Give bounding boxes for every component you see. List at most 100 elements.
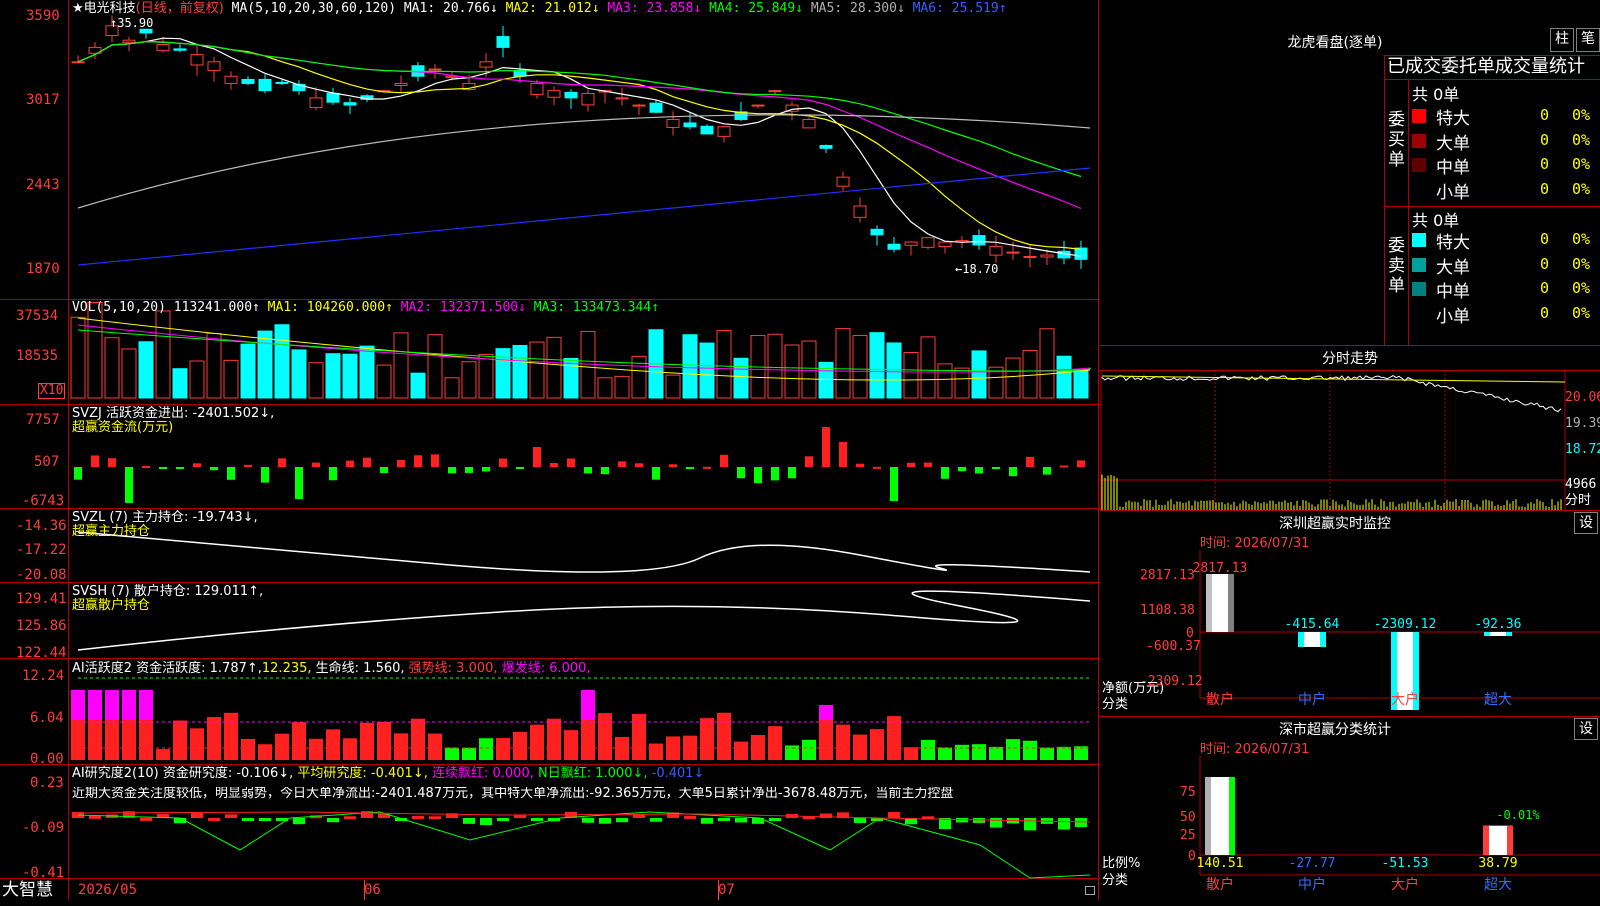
order-size-label: 特大 [1436,109,1470,129]
svzj-bar [516,467,524,469]
ai-research-bar [1075,818,1087,828]
order-size-label: 大单 [1436,133,1470,154]
candle-body [700,125,714,135]
order-count: 0 [1540,254,1550,273]
candle-body [122,39,136,43]
candle-body [632,104,646,107]
ai-active-bar [700,718,714,760]
unit-badge[interactable]: X10 [38,383,66,399]
buy-total: 共 0单 [1412,85,1460,104]
ma3-value: MA3: 23.858↓ [607,1,702,16]
y-tick: 1870 [26,261,60,277]
svsh-sub: 超赢散户持仓 [72,598,151,613]
order-count: 0 [1540,279,1550,297]
candle-body [479,61,493,68]
ai-active-v2: 12.235, [261,661,312,676]
ma5-value: MA5: 28.300↓ [810,1,905,16]
ai-research-bar [888,812,900,818]
y-tick: 507 [34,454,60,470]
volume-bar [614,375,630,399]
ai-research-bar [718,818,730,821]
volume-bar [852,334,868,399]
ai-research-bar [259,818,271,821]
y-tick: 7757 [26,412,60,428]
ai-active-bar [513,731,527,760]
svzj-bar [499,458,507,467]
ai-research-bar [191,812,203,818]
vol-ma3: MA3: 133473.344↑ [533,300,660,315]
ai-active-bar [479,738,493,760]
candle-body [343,102,357,106]
ai-active-bar [224,712,238,760]
ma1-value: MA1: 20.766↓ [403,1,498,16]
svzj-bar [329,467,337,481]
classify-note: -0.01% [1496,808,1540,822]
volume-bar [699,342,715,399]
ma1-line [77,37,1082,257]
pen-view-button[interactable]: 笔 [1576,28,1600,52]
volume-bar [971,350,987,399]
ai-research-header: AI研究度2(10) 资金研究度: -0.106↓, 平均研究度: -0.401… [72,767,704,781]
volume-bar [291,349,307,399]
bar-view-button[interactable]: 柱 [1550,28,1574,52]
candle-body [717,126,731,137]
volume-bar [223,359,239,399]
svzl-line [77,531,1091,573]
ai-research-bar [293,818,305,825]
intraday-chart[interactable] [1100,370,1600,510]
main-chart-header: ★电光科技(日线，前复权) MA(5,10,20,30,60,120) MA1:… [72,2,1007,16]
svzj-bar [1077,460,1085,467]
ai-active-bar [938,747,952,760]
ai-active-v4: 强势线: 3.000, [408,661,498,676]
candle-body [530,82,544,95]
lock-icon[interactable] [1085,886,1095,895]
ai-research-bar [684,815,696,819]
volume-bar [869,332,885,399]
volume-bar [393,332,409,399]
volume-bar [1056,355,1072,399]
svzj-bar [1043,467,1051,475]
brand-logo[interactable]: 大智慧 [2,880,53,900]
y-tick: 122.44 [16,645,67,661]
y-tick: 125.86 [16,618,67,634]
ai-research-bar [599,818,611,824]
ai-research-bar [480,818,492,825]
ai-active-bar [768,726,782,760]
candle-body [887,243,901,250]
ai-research-v2: 平均研究度: -0.401↓, [297,766,428,781]
svzj-bar [193,463,201,467]
ai-research-bar [531,818,543,821]
order-size-label: 小单 [1436,182,1470,203]
kline-chart-canvas[interactable] [0,0,1100,900]
ai-research-bar [616,818,628,823]
low-marker: ←18.70 [955,262,999,276]
ai-active-peak [581,690,595,720]
volume-bar [240,343,256,399]
svzj-bar [907,462,915,467]
y-tick: 2443 [26,177,60,193]
candle-body [564,91,578,99]
order-percent: 0% [1572,106,1591,124]
volume-bar [342,353,358,399]
svzj-bar [533,447,541,467]
classify-chart: 140.51 散户 -27.77 中户 -51.53 大户 38.79 -0.01% 超大 [1197,756,1600,893]
ai-research-bar [701,818,713,824]
svzj-bar [737,467,745,479]
candle-body [71,61,85,64]
ai-active-bar [564,730,578,760]
volume-bar [903,352,919,399]
volume-bar [274,324,290,399]
candle-body [394,82,408,86]
order-percent: 0% [1572,279,1591,297]
vol-ma2: MA2: 132371.500↓ [400,300,526,315]
volume-bar [325,353,341,399]
left-chart-area[interactable]: ★电光科技(日线，前复权) MA(5,10,20,30,60,120) MA1:… [0,0,1100,900]
classify-value-label: -51.53 [1382,856,1429,871]
y-tick: 129.41 [16,591,67,607]
order-percent: 0% [1572,254,1591,273]
volume-bar [818,361,834,399]
candle-body [938,241,952,248]
intraday-vol-label: 分时 [1565,493,1592,508]
volume-bar [138,341,154,399]
ai-active-bar [190,728,204,760]
